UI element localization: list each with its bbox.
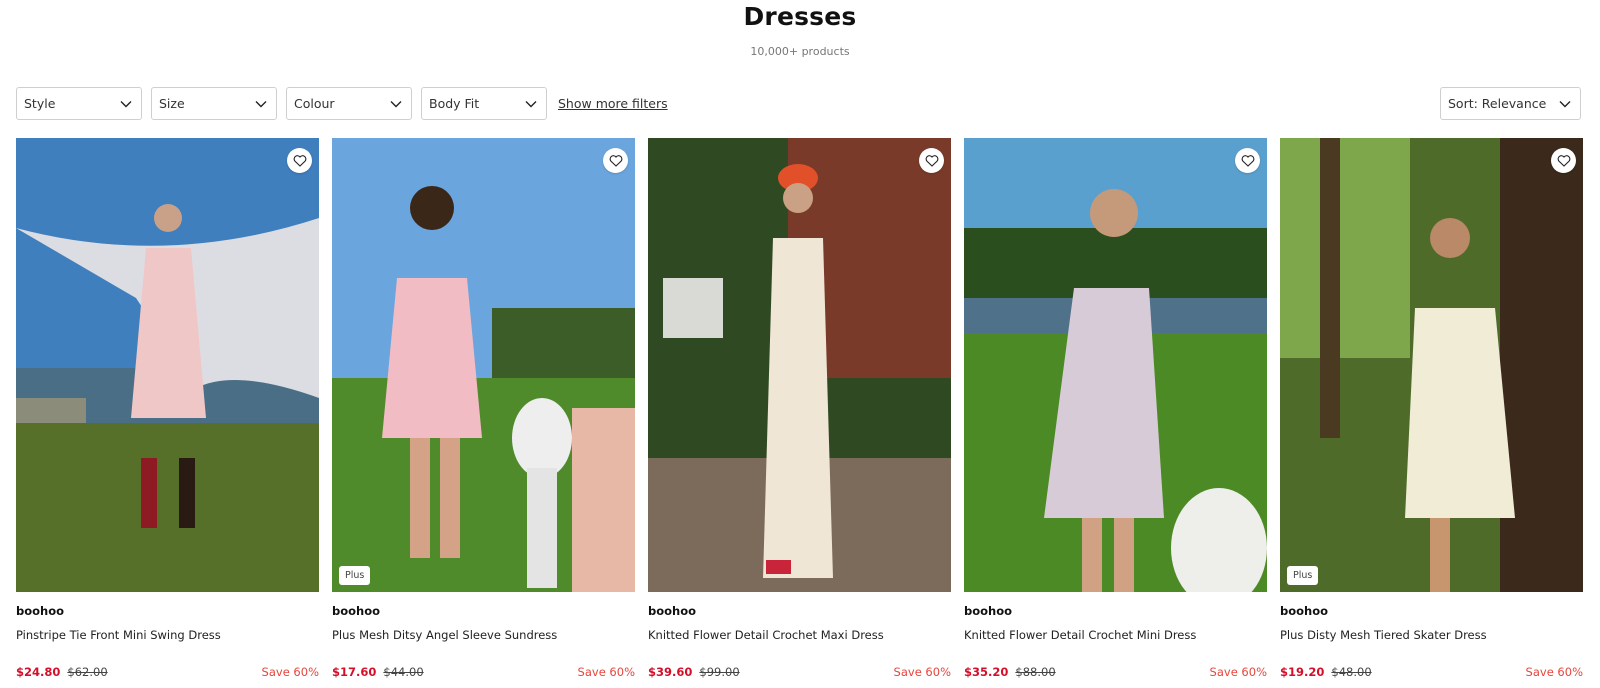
discount-label: Save 60% <box>1209 665 1267 679</box>
chevron-down-icon <box>390 100 402 107</box>
original-price: $48.00 <box>1331 665 1372 679</box>
product-card[interactable]: boohoo Pinstripe Tie Front Mini Swing Dr… <box>16 138 319 679</box>
price-row: $35.20 $88.00 Save 60% <box>964 665 1267 679</box>
product-name[interactable]: Plus Mesh Ditsy Angel Sleeve Sundress <box>332 628 635 642</box>
sale-price: $17.60 <box>332 665 377 679</box>
chevron-down-icon <box>525 100 537 107</box>
price-row: $39.60 $99.00 Save 60% <box>648 665 951 679</box>
filter-label: Style <box>24 96 56 111</box>
plus-size-badge: Plus <box>339 566 371 585</box>
product-brand: boohoo <box>332 604 381 618</box>
wishlist-button[interactable] <box>603 148 628 173</box>
original-price: $62.00 <box>67 665 108 679</box>
heart-icon <box>1241 154 1254 167</box>
original-price: $99.00 <box>699 665 740 679</box>
product-brand: boohoo <box>1280 604 1329 618</box>
filter-label: Colour <box>294 96 335 111</box>
filter-body-fit[interactable]: Body Fit <box>421 87 547 120</box>
filter-label: Body Fit <box>429 96 480 111</box>
product-image[interactable] <box>964 138 1267 592</box>
product-card[interactable]: boohoo Knitted Flower Detail Crochet Max… <box>648 138 951 679</box>
product-brand: boohoo <box>16 604 65 618</box>
product-name[interactable]: Pinstripe Tie Front Mini Swing Dress <box>16 628 319 642</box>
product-card[interactable]: Plus boohoo Plus Mesh Ditsy Angel Sleeve… <box>332 138 635 679</box>
filter-label: Size <box>159 96 185 111</box>
sale-price: $24.80 <box>16 665 61 679</box>
product-name[interactable]: Knitted Flower Detail Crochet Maxi Dress <box>648 628 951 642</box>
price-row: $17.60 $44.00 Save 60% <box>332 665 635 679</box>
product-photo <box>16 138 319 592</box>
plus-size-badge: Plus <box>1287 566 1319 585</box>
product-count: 10,000+ products <box>750 45 850 58</box>
product-name[interactable]: Plus Disty Mesh Tiered Skater Dress <box>1280 628 1583 642</box>
heart-icon <box>609 154 622 167</box>
product-grid: boohoo Pinstripe Tie Front Mini Swing Dr… <box>16 138 1583 679</box>
chevron-down-icon <box>1559 100 1571 107</box>
discount-label: Save 60% <box>1525 665 1583 679</box>
product-brand: boohoo <box>964 604 1013 618</box>
filter-style[interactable]: Style <box>16 87 142 120</box>
discount-label: Save 60% <box>893 665 951 679</box>
product-photo <box>648 138 951 592</box>
heart-icon <box>925 154 938 167</box>
product-image[interactable] <box>648 138 951 592</box>
discount-label: Save 60% <box>577 665 635 679</box>
original-price: $44.00 <box>383 665 424 679</box>
product-image[interactable] <box>16 138 319 592</box>
heart-icon <box>1557 154 1570 167</box>
product-card[interactable]: Plus boohoo Plus Disty Mesh Tiered Skate… <box>1280 138 1583 679</box>
product-brand: boohoo <box>648 604 697 618</box>
wishlist-button[interactable] <box>919 148 944 173</box>
product-card[interactable]: boohoo Knitted Flower Detail Crochet Min… <box>964 138 1267 679</box>
price-row: $19.20 $48.00 Save 60% <box>1280 665 1583 679</box>
product-photo <box>964 138 1267 592</box>
page-title: Dresses <box>743 2 857 31</box>
product-image[interactable]: Plus <box>332 138 635 592</box>
product-photo <box>332 138 635 592</box>
filter-size[interactable]: Size <box>151 87 277 120</box>
wishlist-button[interactable] <box>287 148 312 173</box>
sort-select[interactable]: Sort: Relevance <box>1440 87 1581 120</box>
sale-price: $19.20 <box>1280 665 1325 679</box>
chevron-down-icon <box>255 100 267 107</box>
chevron-down-icon <box>120 100 132 107</box>
show-more-filters-link[interactable]: Show more filters <box>558 96 668 111</box>
discount-label: Save 60% <box>261 665 319 679</box>
original-price: $88.00 <box>1015 665 1056 679</box>
heart-icon <box>293 154 306 167</box>
product-image[interactable]: Plus <box>1280 138 1583 592</box>
filter-bar: Style Size Colour Body Fit Show more fil… <box>16 87 668 120</box>
price-row: $24.80 $62.00 Save 60% <box>16 665 319 679</box>
wishlist-button[interactable] <box>1235 148 1260 173</box>
filter-colour[interactable]: Colour <box>286 87 412 120</box>
sort-label: Sort: Relevance <box>1448 96 1547 111</box>
wishlist-button[interactable] <box>1551 148 1576 173</box>
product-photo <box>1280 138 1583 592</box>
sale-price: $39.60 <box>648 665 693 679</box>
product-name[interactable]: Knitted Flower Detail Crochet Mini Dress <box>964 628 1267 642</box>
sale-price: $35.20 <box>964 665 1009 679</box>
